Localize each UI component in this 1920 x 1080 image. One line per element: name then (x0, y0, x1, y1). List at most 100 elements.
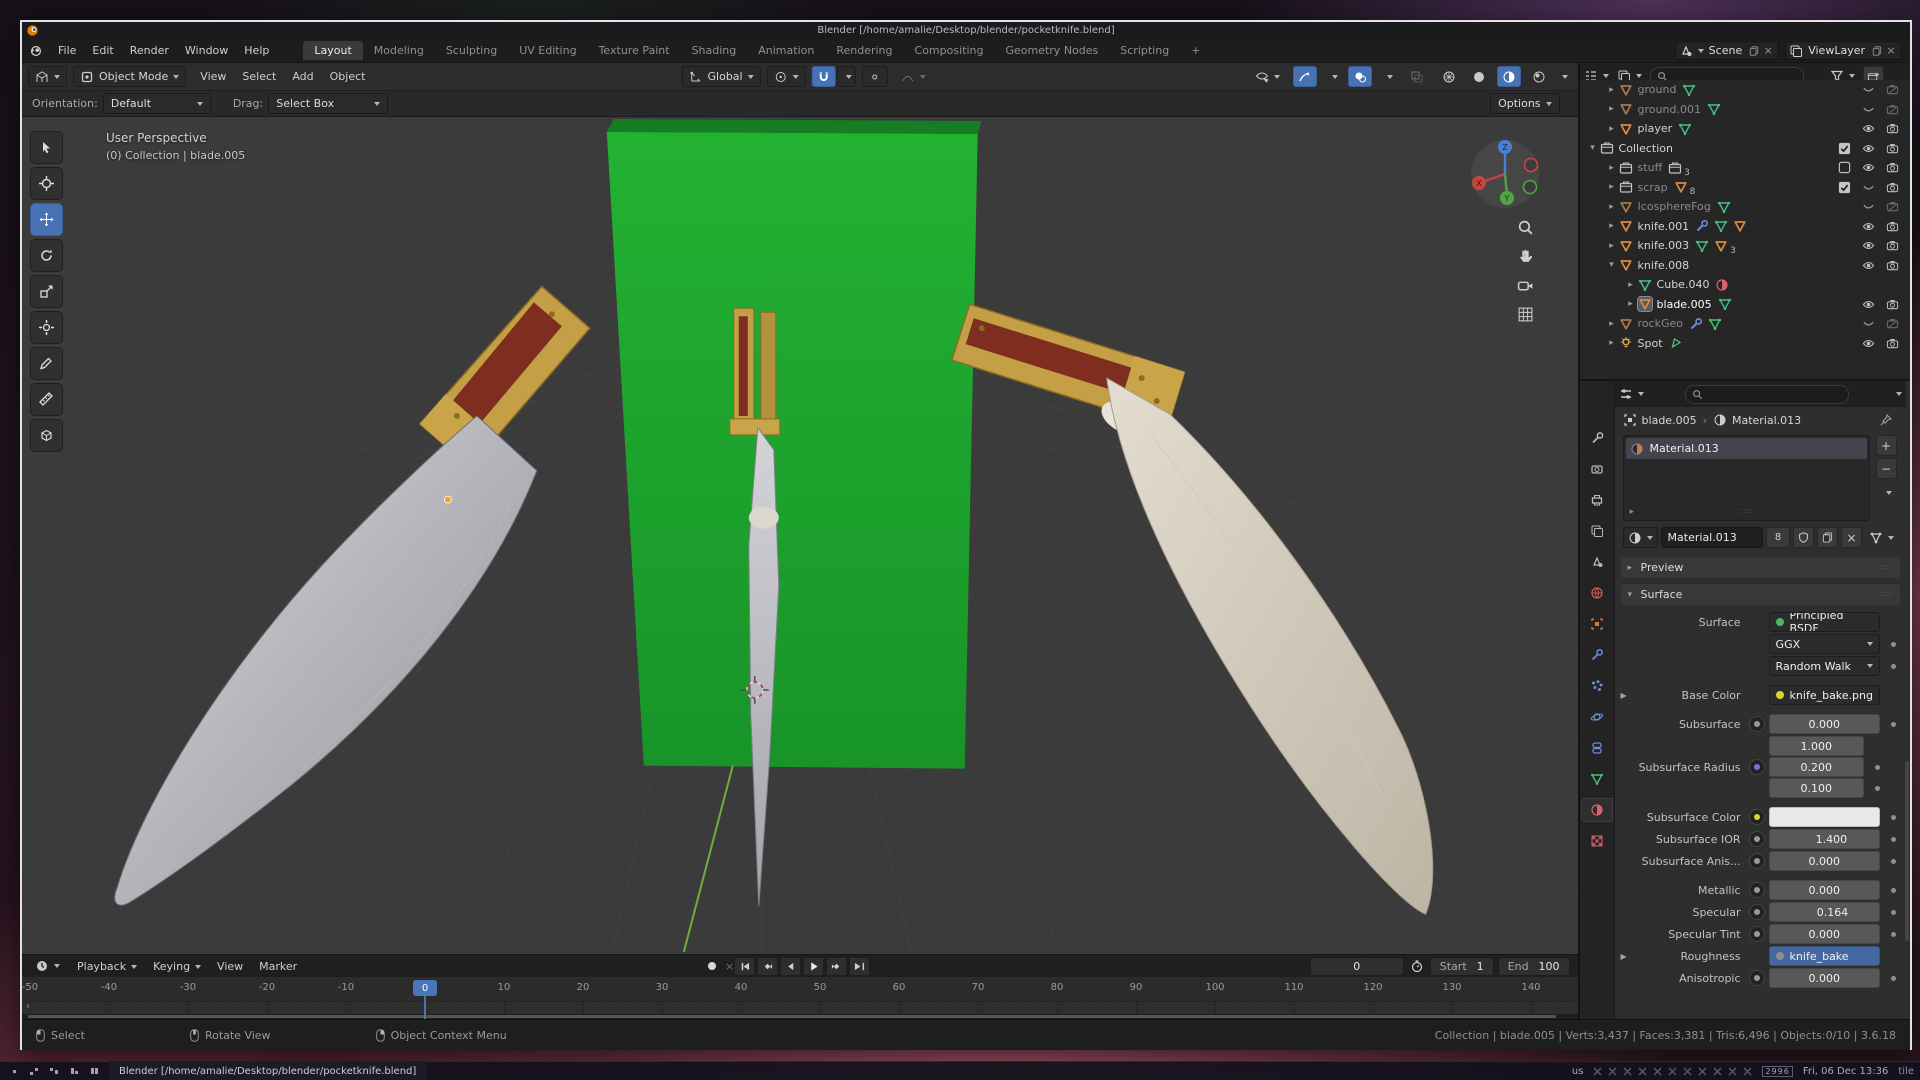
tray-icon[interactable] (1638, 1067, 1647, 1076)
animate-dot[interactable] (1875, 765, 1880, 770)
tray-icon[interactable] (1608, 1067, 1617, 1076)
animate-dot[interactable] (1891, 932, 1896, 937)
remove-slot-button[interactable]: − (1876, 458, 1897, 479)
view-layer-selector[interactable]: ViewLayer × (1785, 41, 1902, 60)
timeline-menu-playback[interactable]: Playback (69, 957, 145, 976)
disclosure-arrow[interactable]: ▸ (1605, 221, 1619, 231)
disclosure-arrow[interactable]: ▸ (1605, 124, 1619, 134)
pin-icon[interactable] (1879, 413, 1893, 427)
properties-tab-world[interactable] (1582, 582, 1612, 604)
falloff-dropdown[interactable] (894, 66, 933, 87)
animate-dot[interactable] (1891, 642, 1896, 647)
workspace-tab-geometry-nodes[interactable]: Geometry Nodes (994, 41, 1109, 60)
properties-tab-output[interactable] (1582, 489, 1612, 511)
preview-panel-header[interactable]: ▸Preview∷∷ (1621, 557, 1900, 578)
outliner-row-rockgeo[interactable]: ▸ rockGeo (1580, 314, 1910, 334)
properties-tab-texture[interactable] (1582, 830, 1612, 852)
value-field[interactable]: 0.000 (1769, 924, 1880, 944)
outliner-item-label[interactable]: ground (1638, 83, 1677, 96)
visibility-dropdown[interactable] (1248, 66, 1287, 87)
shading-dropdown[interactable] (1553, 66, 1572, 87)
window-titlebar[interactable]: Blender [/home/amalie/Desktop/blender/po… (22, 22, 1910, 39)
timeline-menu-view[interactable]: View (209, 957, 251, 976)
workspace-2-button[interactable] (28, 1066, 39, 1077)
disclosure-arrow[interactable]: ▸ (1605, 319, 1619, 329)
node-tree-dropdown[interactable] (1865, 527, 1898, 548)
disclosure-arrow[interactable]: ▸ (1605, 85, 1619, 95)
frame-start-field[interactable]: Start1 (1430, 957, 1494, 976)
animate-dot[interactable] (1891, 815, 1896, 820)
outliner-item-label[interactable]: ground.001 (1638, 103, 1701, 116)
properties-tab-render[interactable] (1582, 458, 1612, 480)
snap-settings-dropdown[interactable] (837, 66, 856, 87)
properties-search-input[interactable] (1685, 385, 1849, 404)
timeline-menu-keying[interactable]: Keying (145, 957, 209, 976)
disclosure-arrow[interactable]: ▸ (1605, 241, 1619, 251)
menu-edit[interactable]: Edit (84, 41, 121, 60)
outliner-item-label[interactable]: stuff (1638, 161, 1663, 174)
timeline-track[interactable]: › (22, 1002, 1578, 1014)
camera-off-icon[interactable] (1886, 317, 1899, 330)
blender-menu-icon[interactable] (28, 44, 44, 58)
properties-tab-object-data[interactable] (1582, 768, 1612, 790)
menu-help[interactable]: Help (236, 41, 277, 60)
decorator-button[interactable] (1749, 853, 1765, 869)
tray-icon[interactable] (1728, 1067, 1737, 1076)
decorator-button[interactable] (1749, 831, 1765, 847)
outliner-row-knife-008[interactable]: ▾knife.008 (1580, 256, 1910, 276)
value-field[interactable]: 0.000 (1769, 714, 1880, 734)
outliner-item-label[interactable]: knife.001 (1638, 220, 1690, 233)
menu-render[interactable]: Render (122, 41, 177, 60)
disclosure-arrow[interactable]: ▸ (1605, 104, 1619, 114)
unlink-material-button[interactable]: × (1841, 527, 1862, 548)
keyboard-layout-indicator[interactable]: us (1572, 1066, 1584, 1077)
viewport-menu-view[interactable]: View (192, 67, 234, 86)
decorator-button[interactable] (1749, 904, 1765, 920)
outliner-item-label[interactable]: Collection (1619, 142, 1673, 155)
transform-tool-button[interactable] (30, 311, 63, 344)
camera-icon[interactable] (1886, 337, 1899, 350)
view-layer-name[interactable]: ViewLayer (1803, 44, 1870, 57)
outliner-item-label[interactable]: rockGeo (1638, 317, 1683, 330)
camera-icon[interactable] (1886, 181, 1899, 194)
toggle-ortho-icon[interactable] (1517, 306, 1534, 323)
workspace-4-button[interactable] (68, 1066, 79, 1077)
properties-tab-material[interactable] (1582, 799, 1612, 821)
viewport-3d[interactable]: User Perspective (0) Collection | blade.… (22, 117, 1578, 954)
next-keyframe-button[interactable] (826, 957, 847, 976)
surface-panel-header[interactable]: ▾Surface∷∷ (1621, 584, 1900, 605)
outliner-row-knife-003[interactable]: ▸knife.0033 (1580, 236, 1910, 256)
animate-dot[interactable] (1891, 664, 1896, 669)
properties-tab-scene[interactable] (1582, 551, 1612, 573)
eye-icon[interactable] (1862, 239, 1875, 252)
eye-closed-icon[interactable] (1862, 317, 1875, 330)
decorator-button[interactable] (1749, 809, 1765, 825)
navigation-gizmo[interactable]: Z X Y (1468, 137, 1542, 211)
tray-icon[interactable] (1593, 1067, 1602, 1076)
outliner-item-label[interactable]: IcosphereFog (1638, 200, 1711, 213)
scene-copy-button[interactable] (1747, 44, 1761, 58)
value-field[interactable]: 0.000 (1769, 968, 1880, 988)
outliner-row-knife-001[interactable]: ▸ knife.001 (1580, 217, 1910, 237)
workspace-tab-uv-editing[interactable]: UV Editing (508, 41, 587, 60)
properties-scrollbar[interactable] (1905, 761, 1909, 941)
slot-menu-caret[interactable] (1886, 491, 1892, 495)
camera-icon[interactable] (1886, 122, 1899, 135)
properties-tab-modifiers[interactable] (1582, 644, 1612, 666)
overlays-toggle[interactable] (1348, 66, 1372, 87)
viewport-menu-add[interactable]: Add (284, 67, 321, 86)
camera-icon[interactable] (1886, 239, 1899, 252)
animate-dot[interactable] (1891, 722, 1896, 727)
slider-field[interactable]: 1.400 (1769, 829, 1880, 849)
decorator-button[interactable] (1749, 759, 1765, 775)
scene-unlink-button[interactable]: × (1761, 44, 1775, 58)
workspace-tab-layout[interactable]: Layout (303, 41, 362, 60)
shading-material-button[interactable] (1497, 66, 1521, 87)
workspace-tab-animation[interactable]: Animation (747, 41, 825, 60)
camera-icon[interactable] (1886, 142, 1899, 155)
shading-solid-button[interactable] (1467, 66, 1491, 87)
camera-view-icon[interactable] (1517, 277, 1534, 294)
playhead[interactable] (424, 995, 426, 1019)
drag-mode-dropdown[interactable]: Select Box (268, 93, 388, 114)
tray-icon[interactable] (1623, 1067, 1632, 1076)
